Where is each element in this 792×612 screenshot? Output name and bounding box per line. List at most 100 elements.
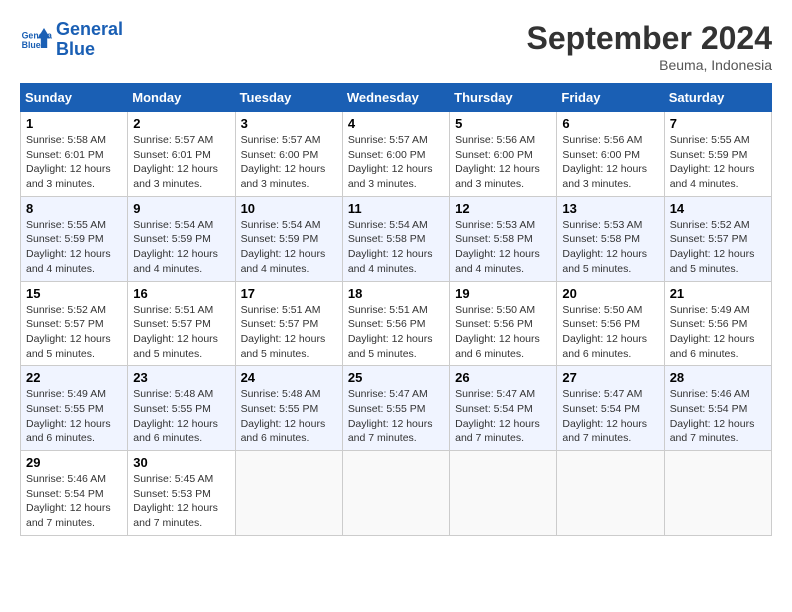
- calendar-cell: [664, 451, 771, 536]
- day-number: 6: [562, 116, 658, 131]
- day-info: Sunrise: 5:49 AMSunset: 5:55 PMDaylight:…: [26, 387, 122, 446]
- logo-icon: General Blue: [20, 24, 52, 56]
- day-number: 9: [133, 201, 229, 216]
- calendar-cell: 28 Sunrise: 5:46 AMSunset: 5:54 PMDayligh…: [664, 366, 771, 451]
- calendar-cell: 3 Sunrise: 5:57 AMSunset: 6:00 PMDaylight…: [235, 112, 342, 197]
- day-number: 15: [26, 286, 122, 301]
- logo-text-line1: General: [56, 20, 123, 40]
- page-header: General Blue General Blue September 2024…: [20, 20, 772, 73]
- calendar-cell: 23 Sunrise: 5:48 AMSunset: 5:55 PMDayligh…: [128, 366, 235, 451]
- calendar-cell: 22 Sunrise: 5:49 AMSunset: 5:55 PMDayligh…: [21, 366, 128, 451]
- logo: General Blue General Blue: [20, 20, 123, 60]
- calendar-cell: 24Sunrise: 5:48 AMSunset: 5:55 PMDayligh…: [235, 366, 342, 451]
- calendar-table: SundayMondayTuesdayWednesdayThursdayFrid…: [20, 83, 772, 536]
- weekday-header-saturday: Saturday: [664, 84, 771, 112]
- calendar-cell: 25 Sunrise: 5:47 AMSunset: 5:55 PMDayligh…: [342, 366, 449, 451]
- day-info: Sunrise: 5:54 AMSunset: 5:58 PMDaylight:…: [348, 218, 444, 277]
- day-number: 19: [455, 286, 551, 301]
- day-number: 5: [455, 116, 551, 131]
- day-number: 25: [348, 370, 444, 385]
- day-info: Sunrise: 5:54 AMSunset: 5:59 PMDaylight:…: [133, 218, 229, 277]
- day-number: 26: [455, 370, 551, 385]
- day-info: Sunrise: 5:57 AMSunset: 6:00 PMDaylight:…: [241, 133, 337, 192]
- calendar-cell: 30 Sunrise: 5:45 AMSunset: 5:53 PMDayligh…: [128, 451, 235, 536]
- calendar-cell: 7 Sunrise: 5:55 AMSunset: 5:59 PMDaylight…: [664, 112, 771, 197]
- weekday-header-tuesday: Tuesday: [235, 84, 342, 112]
- calendar-cell: 13 Sunrise: 5:53 AMSunset: 5:58 PMDayligh…: [557, 196, 664, 281]
- day-number: 23: [133, 370, 229, 385]
- calendar-cell: 14 Sunrise: 5:52 AMSunset: 5:57 PMDayligh…: [664, 196, 771, 281]
- day-number: 27: [562, 370, 658, 385]
- day-number: 30: [133, 455, 229, 470]
- day-info: Sunrise: 5:51 AMSunset: 5:57 PMDaylight:…: [133, 303, 229, 362]
- calendar-cell: 4 Sunrise: 5:57 AMSunset: 6:00 PMDaylight…: [342, 112, 449, 197]
- day-number: 4: [348, 116, 444, 131]
- calendar-cell: 11 Sunrise: 5:54 AMSunset: 5:58 PMDayligh…: [342, 196, 449, 281]
- day-info: Sunrise: 5:53 AMSunset: 5:58 PMDaylight:…: [562, 218, 658, 277]
- calendar-cell: 8 Sunrise: 5:55 AMSunset: 5:59 PMDaylight…: [21, 196, 128, 281]
- calendar-cell: 9 Sunrise: 5:54 AMSunset: 5:59 PMDaylight…: [128, 196, 235, 281]
- calendar-cell: [557, 451, 664, 536]
- day-number: 28: [670, 370, 766, 385]
- day-info: Sunrise: 5:52 AMSunset: 5:57 PMDaylight:…: [670, 218, 766, 277]
- day-info: Sunrise: 5:53 AMSunset: 5:58 PMDaylight:…: [455, 218, 551, 277]
- day-info: Sunrise: 5:57 AMSunset: 6:01 PMDaylight:…: [133, 133, 229, 192]
- day-info: Sunrise: 5:45 AMSunset: 5:53 PMDaylight:…: [133, 472, 229, 531]
- calendar-cell: [235, 451, 342, 536]
- calendar-cell: 12 Sunrise: 5:53 AMSunset: 5:58 PMDayligh…: [450, 196, 557, 281]
- day-info: Sunrise: 5:50 AMSunset: 5:56 PMDaylight:…: [455, 303, 551, 362]
- calendar-cell: 27 Sunrise: 5:47 AMSunset: 5:54 PMDayligh…: [557, 366, 664, 451]
- calendar-cell: 1 Sunrise: 5:58 AMSunset: 6:01 PMDaylight…: [21, 112, 128, 197]
- day-number: 13: [562, 201, 658, 216]
- day-number: 7: [670, 116, 766, 131]
- calendar-cell: 26Sunrise: 5:47 AMSunset: 5:54 PMDayligh…: [450, 366, 557, 451]
- day-info: Sunrise: 5:55 AMSunset: 5:59 PMDaylight:…: [670, 133, 766, 192]
- calendar-cell: 19 Sunrise: 5:50 AMSunset: 5:56 PMDayligh…: [450, 281, 557, 366]
- title-block: September 2024 Beuma, Indonesia: [527, 20, 772, 73]
- calendar-cell: 10 Sunrise: 5:54 AMSunset: 5:59 PMDayligh…: [235, 196, 342, 281]
- day-number: 2: [133, 116, 229, 131]
- day-number: 16: [133, 286, 229, 301]
- day-number: 20: [562, 286, 658, 301]
- day-number: 3: [241, 116, 337, 131]
- day-info: Sunrise: 5:48 AMSunset: 5:55 PMDaylight:…: [133, 387, 229, 446]
- day-number: 14: [670, 201, 766, 216]
- day-info: Sunrise: 5:52 AMSunset: 5:57 PMDaylight:…: [26, 303, 122, 362]
- day-info: Sunrise: 5:46 AMSunset: 5:54 PMDaylight:…: [26, 472, 122, 531]
- weekday-header-thursday: Thursday: [450, 84, 557, 112]
- day-info: Sunrise: 5:56 AMSunset: 6:00 PMDaylight:…: [562, 133, 658, 192]
- day-info: Sunrise: 5:51 AMSunset: 5:56 PMDaylight:…: [348, 303, 444, 362]
- day-number: 1: [26, 116, 122, 131]
- day-number: 11: [348, 201, 444, 216]
- day-number: 17: [241, 286, 337, 301]
- day-number: 12: [455, 201, 551, 216]
- day-number: 22: [26, 370, 122, 385]
- calendar-cell: 29 Sunrise: 5:46 AMSunset: 5:54 PMDayligh…: [21, 451, 128, 536]
- day-number: 29: [26, 455, 122, 470]
- calendar-cell: 15 Sunrise: 5:52 AMSunset: 5:57 PMDayligh…: [21, 281, 128, 366]
- svg-text:Blue: Blue: [22, 40, 41, 50]
- calendar-cell: 2 Sunrise: 5:57 AMSunset: 6:01 PMDaylight…: [128, 112, 235, 197]
- day-info: Sunrise: 5:47 AMSunset: 5:54 PMDaylight:…: [562, 387, 658, 446]
- weekday-header-monday: Monday: [128, 84, 235, 112]
- calendar-cell: 18 Sunrise: 5:51 AMSunset: 5:56 PMDayligh…: [342, 281, 449, 366]
- day-info: Sunrise: 5:58 AMSunset: 6:01 PMDaylight:…: [26, 133, 122, 192]
- weekday-header-friday: Friday: [557, 84, 664, 112]
- calendar-cell: 16 Sunrise: 5:51 AMSunset: 5:57 PMDayligh…: [128, 281, 235, 366]
- day-info: Sunrise: 5:56 AMSunset: 6:00 PMDaylight:…: [455, 133, 551, 192]
- calendar-cell: 17Sunrise: 5:51 AMSunset: 5:57 PMDayligh…: [235, 281, 342, 366]
- calendar-cell: 20 Sunrise: 5:50 AMSunset: 5:56 PMDayligh…: [557, 281, 664, 366]
- day-info: Sunrise: 5:50 AMSunset: 5:56 PMDaylight:…: [562, 303, 658, 362]
- weekday-header-wednesday: Wednesday: [342, 84, 449, 112]
- day-number: 10: [241, 201, 337, 216]
- day-number: 8: [26, 201, 122, 216]
- day-info: Sunrise: 5:57 AMSunset: 6:00 PMDaylight:…: [348, 133, 444, 192]
- day-info: Sunrise: 5:46 AMSunset: 5:54 PMDaylight:…: [670, 387, 766, 446]
- day-info: Sunrise: 5:55 AMSunset: 5:59 PMDaylight:…: [26, 218, 122, 277]
- calendar-cell: 5 Sunrise: 5:56 AMSunset: 6:00 PMDaylight…: [450, 112, 557, 197]
- calendar-cell: [342, 451, 449, 536]
- day-info: Sunrise: 5:54 AMSunset: 5:59 PMDaylight:…: [241, 218, 337, 277]
- day-number: 18: [348, 286, 444, 301]
- calendar-cell: 21Sunrise: 5:49 AMSunset: 5:56 PMDayligh…: [664, 281, 771, 366]
- day-info: Sunrise: 5:47 AMSunset: 5:55 PMDaylight:…: [348, 387, 444, 446]
